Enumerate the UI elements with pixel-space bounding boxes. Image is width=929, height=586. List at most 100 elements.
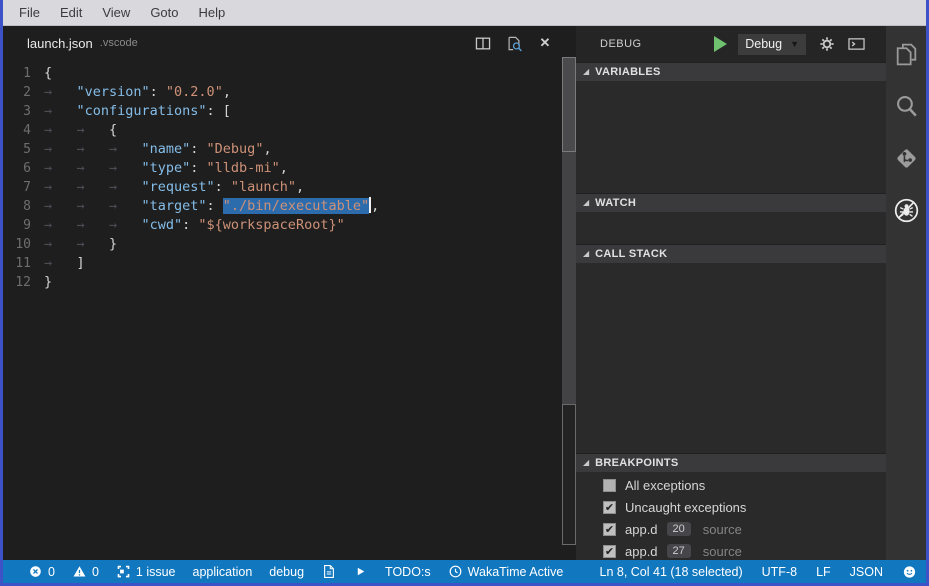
status-item-text: Ln 8, Col 41 (18 selected) (600, 565, 743, 579)
status-item[interactable] (902, 564, 917, 579)
code-line[interactable]: 3→"configurations": [ (3, 102, 576, 121)
breakpoint-row[interactable]: All exceptions (576, 474, 886, 496)
tab-whitespace-arrow: → (44, 254, 77, 273)
debug-console-icon[interactable] (847, 35, 866, 54)
code-token: } (44, 274, 52, 290)
git-icon[interactable] (893, 145, 920, 172)
menu-file[interactable]: File (9, 5, 50, 20)
breakpoint-checkbox[interactable]: ✔ (603, 501, 616, 514)
tab-whitespace-arrow: → (44, 197, 77, 216)
tab-whitespace-arrow: → (77, 140, 110, 159)
status-item-todo-s[interactable]: TODO:s (385, 565, 431, 579)
code-text: } (44, 273, 52, 292)
code-token: , (296, 179, 304, 195)
code-line[interactable]: 11→] (3, 254, 576, 273)
status-item[interactable] (321, 564, 336, 579)
editor-tabbar: launch.json .vscode ✕ (3, 26, 576, 60)
breakpoint-row[interactable]: ✔app.d27source (576, 540, 886, 562)
breakpoint-label: All exceptions (625, 478, 705, 493)
debug-config-dropdown[interactable]: Debug ▼ (738, 34, 806, 55)
files-icon[interactable] (893, 41, 920, 68)
breakpoint-line-badge: 27 (667, 544, 691, 558)
scrollbar-outline-region[interactable] (562, 404, 576, 545)
debug-disabled-icon[interactable] (893, 197, 920, 224)
status-item-1-issue[interactable]: 1 issue (116, 564, 176, 579)
code-line[interactable]: 4→→{ (3, 121, 576, 140)
collapse-arrow-icon: ◢ (583, 68, 589, 76)
code-line[interactable]: 7→→→"request": "launch", (3, 178, 576, 197)
tab-actions: ✕ (474, 34, 554, 52)
code-line[interactable]: 5→→→"name": "Debug", (3, 140, 576, 159)
tab-whitespace-arrow: → (44, 140, 77, 159)
code-token: , (371, 198, 379, 214)
code-line[interactable]: 6→→→"type": "lldb-mi", (3, 159, 576, 178)
status-item-0[interactable]: 0 (72, 564, 99, 579)
split-editor-icon[interactable] (474, 34, 492, 52)
status-item-json[interactable]: JSON (850, 565, 883, 579)
line-number: 6 (3, 159, 44, 178)
code-token: : (150, 84, 166, 100)
status-item-wakatime-active[interactable]: WakaTime Active (448, 564, 564, 579)
watch-body[interactable] (576, 212, 886, 244)
start-debug-icon[interactable] (714, 36, 727, 52)
code-token: "0.2.0" (166, 84, 223, 100)
status-item-lf[interactable]: LF (816, 565, 831, 579)
code-token: "name" (142, 141, 191, 157)
code-line[interactable]: 10→→} (3, 235, 576, 254)
menu-edit[interactable]: Edit (50, 5, 92, 20)
breakpoint-checkbox[interactable]: ✔ (603, 523, 616, 536)
collapse-arrow-icon: ◢ (583, 250, 589, 258)
call-stack-body[interactable] (576, 263, 886, 453)
status-item-ln-8-col-41-18-selected-[interactable]: Ln 8, Col 41 (18 selected) (600, 565, 743, 579)
status-item-text: application (193, 565, 253, 579)
tab-whitespace-arrow: → (44, 235, 77, 254)
search-icon[interactable] (893, 93, 920, 120)
menu-goto[interactable]: Goto (140, 5, 188, 20)
menu-help[interactable]: Help (189, 5, 236, 20)
section-header-breakpoints[interactable]: ◢ BREAKPOINTS (576, 453, 886, 472)
status-item-text: JSON (850, 565, 883, 579)
code-token: "${workspaceRoot}" (198, 217, 344, 233)
activity-bar (886, 26, 926, 560)
status-bar: 0 0 1 issue application debug TODO:s WakaTime … (3, 560, 926, 583)
status-item[interactable] (353, 564, 368, 579)
section-header-call-stack[interactable]: ◢ CALL STACK (576, 244, 886, 263)
status-item-text: 0 (48, 565, 55, 579)
section-header-variables[interactable]: ◢ VARIABLES (576, 62, 886, 81)
status-item-application[interactable]: application (193, 565, 253, 579)
line-number: 4 (3, 121, 44, 140)
tab-whitespace-arrow: → (77, 197, 110, 216)
status-item-text: LF (816, 565, 831, 579)
status-item-text: UTF-8 (762, 565, 797, 579)
selected-text: "./bin/executable" (223, 198, 369, 214)
code-token: : (190, 141, 206, 157)
status-item-debug[interactable]: debug (269, 565, 304, 579)
variables-body[interactable] (576, 81, 886, 193)
gear-icon[interactable] (817, 35, 836, 54)
code-line[interactable]: 2→"version": "0.2.0", (3, 83, 576, 102)
close-editor-icon[interactable]: ✕ (536, 34, 554, 52)
smiley-icon (902, 564, 917, 579)
status-item-utf-8[interactable]: UTF-8 (762, 565, 797, 579)
status-item-text: 0 (92, 565, 99, 579)
breakpoint-checkbox[interactable]: ✔ (603, 545, 616, 558)
code-area[interactable]: 1{2→"version": "0.2.0",3→"configurations… (3, 60, 576, 292)
code-text: →→→"cwd": "${workspaceRoot}" (44, 216, 345, 235)
code-line[interactable]: 1{ (3, 64, 576, 83)
tab-filename[interactable]: launch.json (27, 36, 93, 51)
code-line[interactable]: 12} (3, 273, 576, 292)
section-header-watch[interactable]: ◢ WATCH (576, 193, 886, 212)
menu-view[interactable]: View (92, 5, 140, 20)
scrollbar-thumb[interactable] (562, 57, 576, 152)
code-line[interactable]: 8→→→"target": "./bin/executable", (3, 197, 576, 216)
breakpoint-row[interactable]: ✔app.d20source (576, 518, 886, 540)
open-preview-icon[interactable] (505, 34, 523, 52)
editor-scrollbar[interactable] (562, 57, 576, 545)
code-text: →→→"name": "Debug", (44, 140, 272, 159)
code-line[interactable]: 9→→→"cwd": "${workspaceRoot}" (3, 216, 576, 235)
breakpoint-checkbox[interactable] (603, 479, 616, 492)
tab-whitespace-arrow: → (44, 83, 77, 102)
line-number: 12 (3, 273, 44, 292)
status-item-0[interactable]: 0 (28, 564, 55, 579)
breakpoint-row[interactable]: ✔Uncaught exceptions (576, 496, 886, 518)
